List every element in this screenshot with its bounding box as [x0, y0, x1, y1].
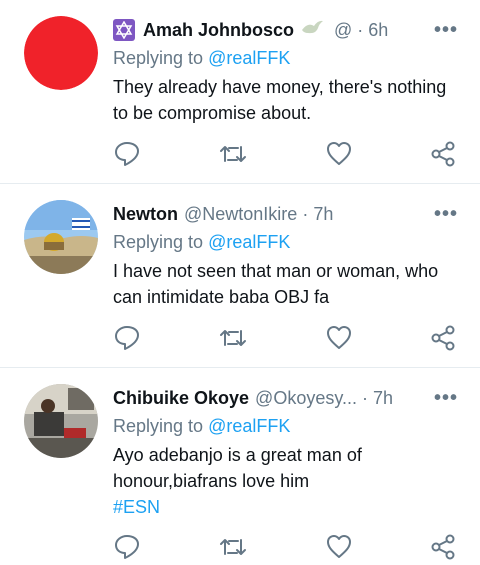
replying-to: Replying to @realFFK — [113, 48, 290, 69]
star-of-david-icon — [113, 19, 135, 41]
share-icon[interactable] — [428, 139, 458, 169]
like-icon[interactable] — [324, 139, 354, 169]
retweet-icon[interactable] — [218, 323, 248, 353]
hashtag-link[interactable]: #ESN — [113, 494, 403, 520]
replying-to: Replying to @realFFK — [113, 232, 290, 253]
reply-icon[interactable] — [112, 323, 142, 353]
timestamp[interactable]: 7h — [373, 388, 393, 409]
retweet-icon[interactable] — [218, 532, 248, 562]
tweet-text-body: Ayo adebanjo is a great man of honour,bi… — [113, 445, 362, 491]
avatar[interactable] — [24, 384, 98, 458]
tweet[interactable]: Amah Johnbosco @ · 6h ••• Replying to @r… — [0, 0, 480, 184]
like-icon[interactable] — [324, 323, 354, 353]
more-options-button[interactable]: ••• — [434, 19, 458, 42]
display-name[interactable]: Amah Johnbosco — [143, 20, 294, 41]
tweet-text: They already have money, there's nothing… — [113, 77, 447, 123]
tweet[interactable]: Newton @NewtonIkire · 7h ••• Replying to… — [0, 184, 480, 368]
timestamp[interactable]: 6h — [368, 20, 388, 41]
separator: · — [357, 19, 364, 40]
tweet-text: I have not seen that man or woman, who c… — [113, 261, 439, 307]
dove-icon — [300, 18, 324, 43]
handle[interactable]: @NewtonIkire — [184, 204, 297, 225]
reply-icon[interactable] — [112, 139, 142, 169]
action-bar — [0, 323, 480, 353]
reply-icon[interactable] — [112, 532, 142, 562]
replying-to: Replying to @realFFK — [113, 416, 290, 437]
display-name[interactable]: Chibuike Okoye — [113, 388, 249, 409]
avatar[interactable] — [24, 200, 98, 274]
more-options-button[interactable]: ••• — [434, 203, 458, 226]
display-name[interactable]: Newton — [113, 204, 178, 225]
separator: · — [302, 203, 309, 224]
mention-link[interactable]: @realFFK — [208, 232, 290, 252]
tweet-text: Ayo adebanjo is a great man of honour,bi… — [113, 442, 403, 520]
timestamp[interactable]: 7h — [313, 204, 333, 225]
separator: · — [362, 387, 369, 408]
mention-link[interactable]: @realFFK — [208, 48, 290, 68]
replying-label: Replying to — [113, 232, 204, 252]
avatar[interactable] — [24, 16, 98, 90]
handle[interactable]: @Okoyesy... — [255, 388, 357, 409]
like-icon[interactable] — [324, 532, 354, 562]
more-options-button[interactable]: ••• — [434, 387, 458, 410]
tweet[interactable]: Chibuike Okoye @Okoyesy... · 7h ••• Repl… — [0, 368, 480, 565]
mention-link[interactable]: @realFFK — [208, 416, 290, 436]
action-bar — [0, 532, 480, 562]
share-icon[interactable] — [428, 323, 458, 353]
replying-label: Replying to — [113, 416, 204, 436]
action-bar — [0, 139, 480, 169]
retweet-icon[interactable] — [218, 139, 248, 169]
handle[interactable]: @ — [334, 20, 352, 41]
replying-label: Replying to — [113, 48, 204, 68]
share-icon[interactable] — [428, 532, 458, 562]
